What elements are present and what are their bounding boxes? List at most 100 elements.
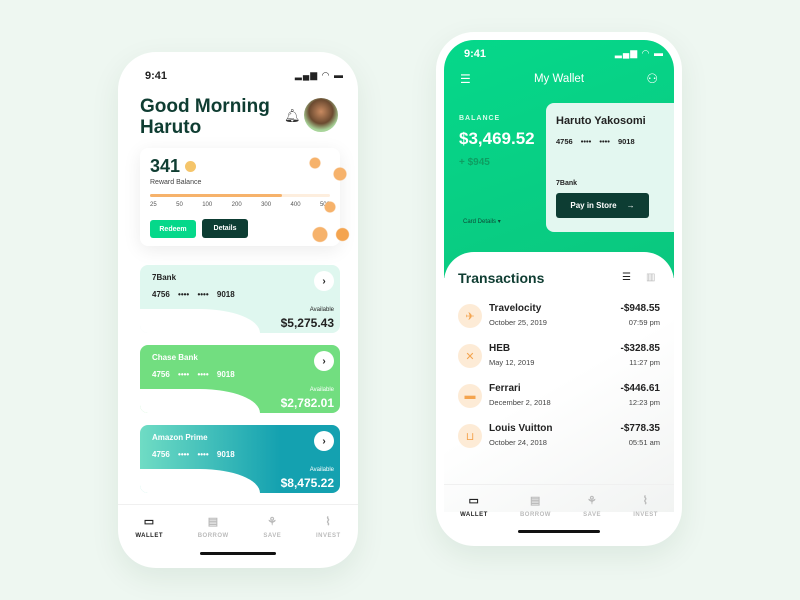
nav-label: WALLET — [460, 512, 488, 518]
page-title: My Wallet — [533, 73, 585, 85]
list-view-icon[interactable]: ☰ — [622, 272, 631, 283]
card-amount: $2,782.01 — [280, 396, 334, 410]
transaction-amount: -$446.61 — [620, 383, 660, 394]
wallet-icon: ▭ — [468, 495, 480, 507]
status-icons: ▂▄▆ ◠ ▬ — [614, 48, 664, 58]
card-wave — [140, 389, 260, 413]
wallet-icon: ▭ — [143, 516, 155, 528]
card-7bank[interactable]: 7Bank 4756 •••• •••• 9018 › Available $5… — [140, 265, 340, 333]
card-amazon[interactable]: Amazon Prime 4756 •••• •••• 9018 › Avail… — [140, 425, 340, 493]
balance-change: + $945 — [459, 157, 490, 168]
pay-in-store-label: Pay in Store — [570, 201, 617, 210]
redeem-button[interactable]: Redeem — [150, 220, 196, 238]
utensils-icon: ✕ — [458, 344, 482, 368]
nav-label: SAVE — [263, 533, 282, 539]
home-indicator — [200, 552, 276, 555]
chevron-right-icon[interactable]: › — [314, 351, 334, 371]
nav-invest[interactable]: ⌇ INVEST — [633, 494, 658, 518]
available-label: Available — [309, 387, 334, 393]
falling-coins-decoration — [300, 152, 350, 262]
transactions-title: Transactions — [458, 270, 545, 286]
nav-borrow[interactable]: ▤ BORROW — [520, 494, 551, 518]
bottom-nav: ▭ WALLET ▤ BORROW ⚘ SAVE ⌇ INVEST — [118, 504, 358, 539]
reward-tick: 200 — [231, 202, 242, 208]
card-amount: $5,275.43 — [280, 316, 334, 330]
transaction-amount: -$328.85 — [620, 343, 660, 354]
reward-points-value: 341 — [150, 156, 181, 176]
available-label: Available — [309, 467, 334, 473]
card-bank: 7Bank — [556, 180, 578, 187]
nav-label: SAVE — [583, 512, 602, 518]
transaction-time: 12:23 pm — [628, 398, 660, 407]
transactions-panel: Transactions ☰ ▥ ✈ Travelocity October 2… — [444, 252, 674, 512]
notification-bell-icon[interactable]: 🔔︎ — [284, 108, 301, 124]
transaction-merchant: Ferrari — [489, 383, 521, 394]
chevron-right-icon[interactable]: › — [314, 431, 334, 451]
transaction-date: May 12, 2019 — [489, 358, 535, 367]
reward-tick: 100 — [202, 202, 213, 208]
reward-progress-fill — [150, 194, 282, 197]
nav-save[interactable]: ⚘ SAVE — [263, 515, 281, 539]
arrow-right-icon: → — [626, 201, 635, 210]
selected-card[interactable]: Haruto Yakosomi 4756 •••• •••• 9018 7Ban… — [546, 103, 674, 232]
card-number: 4756 •••• •••• 9018 — [152, 290, 235, 299]
status-time: 9:41 — [145, 70, 168, 82]
transaction-merchant: Travelocity — [489, 303, 542, 314]
avatar[interactable] — [304, 98, 338, 132]
transaction-row[interactable]: ✈ Travelocity October 25, 2019 -$948.55 … — [458, 300, 660, 332]
chevron-right-icon[interactable]: › — [314, 271, 334, 291]
transaction-merchant: HEB — [489, 343, 511, 354]
bottom-nav: ▭ WALLET ▤ BORROW ⚘ SAVE ⌇ INVEST — [444, 484, 674, 518]
card-number: 4756 •••• •••• 9018 — [556, 137, 635, 146]
nav-label: BORROW — [197, 533, 229, 539]
save-icon: ⚘ — [267, 516, 278, 528]
card-number: 4756 •••• •••• 9018 — [152, 370, 235, 379]
chart-view-icon[interactable]: ▥ — [646, 272, 655, 283]
transaction-row[interactable]: ✕ HEB May 12, 2019 -$328.85 11:27 pm — [458, 340, 660, 372]
reward-label: Reward Balance — [150, 179, 202, 186]
plane-icon: ✈ — [458, 304, 482, 328]
reward-tick: 50 — [176, 202, 183, 208]
nav-borrow[interactable]: ▤ BORROW — [198, 515, 229, 539]
card-number: 4756 •••• •••• 9018 — [152, 450, 235, 459]
coin-icon — [185, 161, 197, 172]
greeting-title: Good Morning Haruto — [140, 96, 270, 138]
nav-invest[interactable]: ⌇ INVEST — [316, 515, 341, 539]
home-screen-phone: 9:41 ▂▄▆ ◠ ▬ Good Morning Haruto 🔔︎ 341 … — [118, 52, 358, 568]
pay-in-store-button[interactable]: Pay in Store → — [556, 193, 649, 218]
cart-icon: ⊔ — [458, 424, 482, 448]
card-bank-name: 7Bank — [152, 273, 177, 282]
borrow-icon: ▤ — [207, 516, 219, 528]
nav-label: WALLET — [135, 533, 164, 539]
transaction-merchant: Louis Vuitton — [489, 423, 553, 434]
card-details-dropdown[interactable]: Card Details ▾ — [463, 218, 501, 225]
caret-down-icon: ▾ — [497, 219, 501, 225]
transaction-row[interactable]: ⊔ Louis Vuitton October 24, 2018 -$778.3… — [458, 420, 660, 452]
reward-tick: 25 — [150, 202, 157, 208]
card-wave — [140, 309, 260, 333]
nav-save[interactable]: ⚘ SAVE — [583, 494, 601, 518]
transaction-time: 07:59 pm — [628, 318, 660, 327]
profile-icon[interactable]: ⚇ — [646, 71, 658, 87]
save-icon: ⚘ — [586, 495, 598, 507]
nav-label: INVEST — [315, 533, 341, 539]
balance-label: BALANCE — [459, 115, 501, 122]
card-amount: $8,475.22 — [280, 476, 334, 490]
home-indicator — [518, 530, 600, 533]
transaction-date: October 24, 2018 — [489, 438, 547, 447]
details-button[interactable]: Details — [202, 219, 248, 238]
card-chase[interactable]: Chase Bank 4756 •••• •••• 9018 › Availab… — [140, 345, 340, 413]
balance-amount: $3,469.52 — [459, 129, 535, 148]
transaction-time: 05:51 am — [628, 438, 660, 447]
nav-wallet[interactable]: ▭ WALLET — [135, 515, 163, 539]
nav-wallet[interactable]: ▭ WALLET — [460, 494, 488, 518]
borrow-icon: ▤ — [530, 495, 541, 507]
transaction-date: December 2, 2018 — [489, 398, 551, 407]
transaction-row[interactable]: ▬ Ferrari December 2, 2018 -$446.61 12:2… — [458, 380, 660, 412]
card-wave — [140, 469, 260, 493]
reward-points: 341 — [150, 156, 197, 177]
transaction-time: 11:27 pm — [629, 358, 660, 367]
transaction-amount: -$778.35 — [620, 423, 660, 434]
status-icons: ▂▄▆ ◠ ▬ — [294, 70, 344, 80]
transaction-amount: -$948.55 — [620, 303, 660, 314]
